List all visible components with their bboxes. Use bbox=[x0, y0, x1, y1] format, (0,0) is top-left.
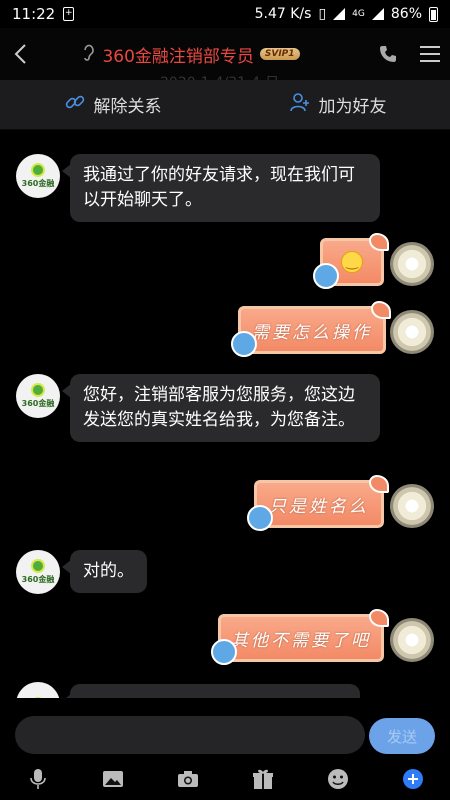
smile-emoji-icon: ‿ bbox=[341, 251, 363, 273]
sticker-message[interactable]: 其他不需要了吧 bbox=[211, 609, 389, 665]
avatar[interactable] bbox=[390, 484, 434, 528]
plus-icon[interactable] bbox=[398, 764, 428, 794]
add-friend-icon bbox=[289, 91, 311, 118]
mic-icon[interactable] bbox=[23, 764, 53, 794]
signal-icon bbox=[333, 8, 346, 20]
action-bar: 解除关系 加为好友 bbox=[0, 80, 450, 130]
page-title: 360金融注销部专员 bbox=[102, 46, 254, 67]
logo-dot-icon bbox=[31, 163, 45, 177]
message-bubble[interactable]: 对的。 bbox=[62, 550, 147, 593]
avatar[interactable] bbox=[16, 682, 60, 698]
network-speed: 5.47 K/s bbox=[254, 6, 312, 22]
emoji-icon[interactable] bbox=[323, 764, 353, 794]
back-arrow-icon[interactable] bbox=[0, 28, 40, 80]
sticker-message[interactable]: ‿ bbox=[313, 233, 389, 289]
logo-dot-icon bbox=[31, 383, 45, 397]
sticker-message[interactable]: 只是姓名么 bbox=[247, 475, 389, 531]
sticker-text: 只是姓名么 bbox=[269, 496, 369, 517]
battery-level: 86% bbox=[390, 6, 422, 22]
unlink-icon bbox=[64, 91, 86, 118]
message-bubble[interactable]: 您好，注销部客服为您服务，您这边发送您的真实姓名给我，为您备注。 bbox=[62, 374, 380, 442]
avatar[interactable]: 360金融 bbox=[16, 550, 60, 594]
avatar[interactable] bbox=[390, 310, 434, 354]
battery-icon bbox=[429, 6, 438, 22]
chat-area[interactable]: 360金融 我通过了你的好友请求，现在我们可以开始聊天了。 ‿ 需要怎么操作 3… bbox=[0, 130, 450, 698]
sticker-text: 其他不需要了吧 bbox=[231, 630, 371, 651]
message-bubble[interactable]: 我通过了你的好友请求，现在我们可以开始聊天了。 bbox=[62, 154, 380, 222]
avatar[interactable] bbox=[390, 618, 434, 662]
signal-icon-2 bbox=[371, 8, 384, 20]
message-input[interactable] bbox=[15, 716, 365, 754]
logo-dot-icon bbox=[31, 559, 45, 573]
network-type: 4G bbox=[352, 9, 365, 19]
avatar-label: 360金融 bbox=[21, 575, 55, 584]
sim-icon: + bbox=[63, 7, 75, 21]
menu-icon[interactable] bbox=[410, 28, 450, 80]
sticker-text: 需要怎么操作 bbox=[252, 322, 372, 343]
ear-icon bbox=[82, 43, 96, 65]
camera-icon[interactable] bbox=[173, 764, 203, 794]
avatar-label: 360金融 bbox=[21, 399, 55, 408]
message-bubble-partial[interactable] bbox=[62, 684, 360, 698]
avatar-label: 360金融 bbox=[21, 179, 55, 188]
gift-icon[interactable] bbox=[248, 764, 278, 794]
vibrate-icon: ▯ bbox=[318, 6, 327, 22]
avatar[interactable]: 360金融 bbox=[16, 374, 60, 418]
status-time: 11:22 bbox=[12, 5, 56, 23]
unfriend-button[interactable]: 解除关系 bbox=[0, 91, 225, 118]
unfriend-label: 解除关系 bbox=[93, 97, 162, 117]
avatar[interactable] bbox=[390, 242, 434, 286]
avatar[interactable]: 360金融 bbox=[16, 154, 60, 198]
header-title-group: 360金融注销部专员 SVIP1 bbox=[40, 42, 366, 67]
toolbar bbox=[0, 764, 450, 794]
phone-icon[interactable] bbox=[366, 28, 410, 80]
image-icon[interactable] bbox=[98, 764, 128, 794]
status-bar: 11:22 + 5.47 K/s ▯ 4G 86% bbox=[0, 0, 450, 28]
svip-badge: SVIP1 bbox=[259, 48, 300, 60]
send-button[interactable]: 发送 bbox=[369, 718, 435, 754]
input-bar: 发送 bbox=[0, 698, 450, 800]
add-friend-label: 加为好友 bbox=[318, 97, 387, 117]
add-friend-button[interactable]: 加为好友 bbox=[225, 91, 450, 118]
sticker-message[interactable]: 需要怎么操作 bbox=[231, 301, 391, 357]
